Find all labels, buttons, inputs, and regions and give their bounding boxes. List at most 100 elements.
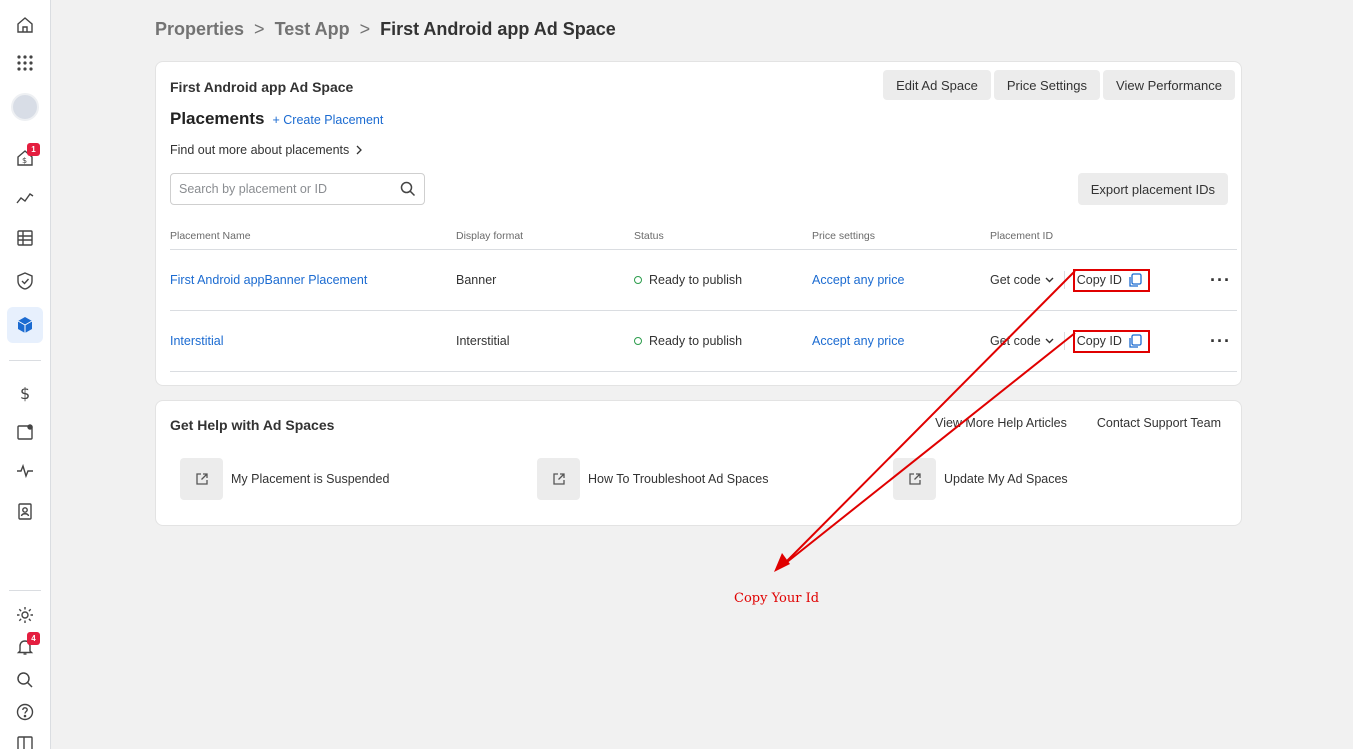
business-info-icon[interactable] xyxy=(7,493,43,529)
column-header-placement-id: Placement ID xyxy=(990,230,1054,242)
price-settings-link[interactable]: Accept any price xyxy=(812,311,904,371)
edit-ad-space-button[interactable]: Edit Ad Space xyxy=(883,70,991,100)
avatar xyxy=(11,93,39,121)
monetization-icon[interactable]: $ 1 xyxy=(7,140,43,176)
collapse-panel-icon[interactable] xyxy=(7,725,43,749)
settings-gear-icon[interactable] xyxy=(7,597,43,633)
learn-more-label: Find out more about placements xyxy=(170,143,350,157)
copy-icon xyxy=(1129,272,1142,287)
ad-unit-icon[interactable] xyxy=(7,414,43,450)
ad-space-title: First Android app Ad Space xyxy=(170,79,354,95)
external-link-icon xyxy=(180,458,223,500)
price-settings-link[interactable]: Accept any price xyxy=(812,250,904,310)
search-icon[interactable] xyxy=(7,662,43,698)
table-header: Placement Name Display format Status Pri… xyxy=(170,230,1237,250)
status-cell: Ready to publish xyxy=(634,311,742,371)
ad-space-card: First Android app Ad Space Edit Ad Space… xyxy=(155,61,1242,386)
price-settings-button[interactable]: Price Settings xyxy=(993,70,1101,100)
placements-title: Placements xyxy=(170,109,265,128)
ad-space-actions: Edit Ad Space Price Settings View Perfor… xyxy=(883,70,1235,100)
copy-icon xyxy=(1129,333,1142,348)
placements-table: Placement Name Display format Status Pri… xyxy=(170,230,1237,372)
left-nav-rail: $ 1 $ 4 xyxy=(0,0,51,749)
status-text: Ready to publish xyxy=(649,273,743,287)
svg-text:$: $ xyxy=(22,156,27,165)
reports-icon[interactable] xyxy=(7,220,43,256)
divider xyxy=(1063,332,1065,350)
placement-name-link[interactable]: First Android appBanner Placement xyxy=(170,250,367,310)
properties-cube-icon[interactable] xyxy=(7,307,43,343)
help-item-update[interactable]: Update My Ad Spaces xyxy=(893,458,1068,500)
status-text: Ready to publish xyxy=(649,334,743,348)
notifications-bell-icon[interactable]: 4 xyxy=(7,629,43,665)
column-header-name: Placement Name xyxy=(170,230,251,242)
column-header-format: Display format xyxy=(456,230,524,242)
chevron-right-icon xyxy=(356,145,363,155)
copy-id-label: Copy ID xyxy=(1076,334,1122,348)
more-options-icon[interactable]: ··· xyxy=(1210,311,1231,371)
breadcrumb-properties[interactable]: Properties xyxy=(155,19,244,40)
activity-pulse-icon[interactable] xyxy=(7,453,43,489)
status-dot-icon xyxy=(634,276,642,284)
column-header-price: Price settings xyxy=(812,230,876,242)
get-code-label: Get code xyxy=(990,273,1041,287)
status-cell: Ready to publish xyxy=(634,250,742,310)
column-header-status: Status xyxy=(634,230,664,242)
placement-search xyxy=(170,173,425,205)
search-input[interactable] xyxy=(179,182,400,196)
help-item-label: Update My Ad Spaces xyxy=(944,472,1068,486)
get-code-dropdown[interactable]: Get code xyxy=(990,334,1054,348)
help-links: View More Help Articles Contact Support … xyxy=(935,416,1221,430)
external-link-icon xyxy=(893,458,936,500)
help-item-label: How To Troubleshoot Ad Spaces xyxy=(588,472,769,486)
contact-support-link[interactable]: Contact Support Team xyxy=(1097,416,1221,430)
placement-name-link[interactable]: Interstitial xyxy=(170,311,224,371)
annotation-label: Copy Your Id xyxy=(734,591,820,606)
table-row: Interstitial Interstitial Ready to publi… xyxy=(170,311,1237,372)
monetization-badge: 1 xyxy=(27,143,40,156)
placements-header: Placements + Create Placement xyxy=(170,109,383,129)
display-format: Interstitial xyxy=(456,334,510,348)
copy-id-label: Copy ID xyxy=(1076,273,1122,287)
rail-divider xyxy=(9,360,41,361)
dollar-icon[interactable]: $ xyxy=(7,375,43,411)
placement-id-cell: Get code Copy ID xyxy=(990,250,1150,310)
integrity-shield-icon[interactable] xyxy=(7,263,43,299)
apps-grid-icon[interactable] xyxy=(7,45,43,81)
export-placement-ids-button[interactable]: Export placement IDs xyxy=(1077,173,1228,205)
copy-id-button[interactable]: Copy ID xyxy=(1072,329,1150,353)
display-format: Banner xyxy=(456,273,497,287)
view-more-help-link[interactable]: View More Help Articles xyxy=(935,416,1067,430)
account-avatar[interactable] xyxy=(7,89,43,125)
notifications-badge: 4 xyxy=(27,632,40,645)
help-card: Get Help with Ad Spaces View More Help A… xyxy=(155,400,1242,526)
help-item-suspended[interactable]: My Placement is Suspended xyxy=(180,458,389,500)
breadcrumb-separator: > xyxy=(359,19,371,39)
learn-more-link[interactable]: Find out more about placements xyxy=(170,143,363,157)
table-row: First Android appBanner Placement Banner… xyxy=(170,250,1237,311)
chevron-down-icon xyxy=(1045,338,1054,344)
analytics-icon[interactable] xyxy=(7,180,43,216)
external-link-icon xyxy=(537,458,580,500)
more-options-icon[interactable]: ··· xyxy=(1210,250,1231,310)
annotation-arrowhead xyxy=(774,553,790,572)
help-item-label: My Placement is Suspended xyxy=(231,472,390,486)
get-code-label: Get code xyxy=(990,334,1041,348)
breadcrumb-current: First Android app Ad Space xyxy=(380,19,616,39)
divider xyxy=(1063,271,1065,289)
get-code-dropdown[interactable]: Get code xyxy=(990,273,1054,287)
home-icon[interactable] xyxy=(7,7,43,43)
copy-id-button[interactable]: Copy ID xyxy=(1072,268,1150,292)
breadcrumb: Properties > Test App > First Android ap… xyxy=(155,19,616,40)
svg-text:$: $ xyxy=(20,384,30,403)
chevron-down-icon xyxy=(1045,277,1054,283)
rail-divider xyxy=(9,590,41,591)
view-performance-button[interactable]: View Performance xyxy=(1103,70,1235,100)
create-placement-link[interactable]: + Create Placement xyxy=(273,113,384,127)
help-title: Get Help with Ad Spaces xyxy=(170,417,335,433)
search-icon[interactable] xyxy=(400,181,416,197)
help-item-troubleshoot[interactable]: How To Troubleshoot Ad Spaces xyxy=(537,458,768,500)
breadcrumb-separator: > xyxy=(254,19,265,39)
breadcrumb-test-app[interactable]: Test App xyxy=(275,19,350,40)
placement-id-cell: Get code Copy ID xyxy=(990,311,1150,371)
